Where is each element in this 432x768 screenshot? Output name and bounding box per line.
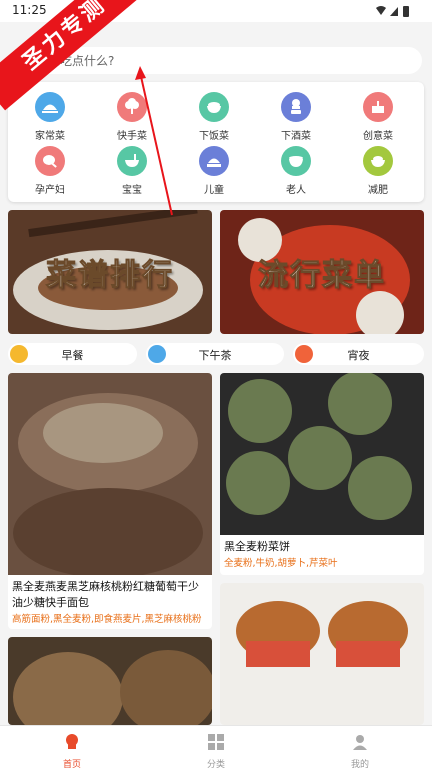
category-ertong[interactable]: 儿童 [174, 146, 254, 200]
chef-hat-icon [66, 734, 78, 749]
category-baobao[interactable]: 宝宝 [92, 146, 172, 200]
banner-recipe-ranking[interactable]: 菜谱排行 [8, 210, 212, 334]
tab-mine[interactable]: 我的 [330, 733, 390, 768]
muffin-image [220, 583, 424, 725]
category-label: 家常菜 [35, 131, 65, 142]
kids-dish-icon [199, 146, 229, 176]
elderly-bowl-icon [281, 146, 311, 176]
category-xiafancai[interactable]: 下饭菜 [174, 92, 254, 146]
covered-dish-icon [35, 92, 65, 122]
cake-icon [363, 92, 393, 122]
category-grid: 家常菜 快手菜 下饭菜 下酒菜 创意菜 孕产妇 宝宝 儿童 老人 减肥 [8, 82, 424, 202]
recipe-title: 黑全麦燕麦黑芝麻核桃粉红糖葡萄干少油少糖快手面包 [12, 580, 199, 609]
recipe-card[interactable]: 黑全麦粉菜饼 全麦粉,牛奶,胡萝卜,芹菜叶 [220, 373, 424, 575]
category-label: 儿童 [204, 185, 224, 196]
recipe-ingredients: 高筋面粉,黑全麦粉,即食燕麦片,黑芝麻核桃粉 [12, 614, 202, 625]
grain-bread-image [8, 637, 212, 725]
user-icon [353, 735, 367, 750]
rice-bowl-icon [199, 92, 229, 122]
tab-home[interactable]: 首页 [42, 733, 102, 768]
system-icons [376, 6, 409, 17]
category-label: 宝宝 [122, 185, 142, 196]
diet-bowl-icon [363, 146, 393, 176]
category-jianfei[interactable]: 减肥 [338, 146, 418, 200]
meal-late-night[interactable]: 宵夜 [293, 343, 424, 365]
meal-breakfast[interactable]: 早餐 [8, 343, 137, 365]
category-label: 孕产妇 [35, 185, 65, 196]
tab-label: 分类 [206, 760, 225, 768]
category-label: 减肥 [368, 185, 388, 196]
recipe-ingredients: 全麦粉,牛奶,胡萝卜,芹菜叶 [224, 558, 338, 569]
tab-label: 我的 [350, 760, 369, 768]
bread-image [8, 373, 212, 575]
category-chuangyicai[interactable]: 创意菜 [338, 92, 418, 146]
meal-label: 早餐 [61, 349, 84, 362]
tab-label: 首页 [62, 760, 81, 768]
recipe-card[interactable] [8, 637, 212, 725]
category-label: 快手菜 [117, 131, 147, 142]
recipe-card[interactable] [220, 583, 424, 725]
category-laoren[interactable]: 老人 [256, 146, 336, 200]
recipe-card[interactable]: 黑全麦燕麦黑芝麻核桃粉红糖葡萄干少油少糖快手面包 高筋面粉,黑全麦粉,即食燕麦片… [8, 373, 212, 629]
chef-icon [281, 92, 311, 122]
banner-popular-menu[interactable]: 流行菜单 [220, 210, 424, 334]
bottom-tab-bar: 首页 分类 我的 [0, 725, 432, 768]
baby-bowl-icon [117, 146, 147, 176]
broccoli-icon [117, 92, 147, 122]
meal-afternoon-tea[interactable]: 下午茶 [146, 343, 284, 365]
meat-icon [35, 146, 65, 176]
tab-category[interactable]: 分类 [186, 733, 246, 768]
recipe-title: 黑全麦粉菜饼 [224, 540, 290, 553]
meal-label: 宵夜 [347, 349, 370, 362]
category-jiachangcai[interactable]: 家常菜 [10, 92, 90, 146]
status-time: 11:25 [12, 3, 47, 17]
category-label: 创意菜 [363, 131, 393, 142]
category-label: 下饭菜 [199, 131, 229, 142]
meal-label: 下午茶 [198, 349, 232, 362]
grid-icon [208, 734, 224, 750]
banner-title: 流行菜单 [258, 258, 386, 294]
category-xiajiucai[interactable]: 下酒菜 [256, 92, 336, 146]
signal-icon [390, 7, 398, 16]
category-kuaishoucai[interactable]: 快手菜 [92, 92, 172, 146]
wifi-icon [376, 6, 386, 15]
category-label: 老人 [286, 185, 306, 196]
battery-icon [403, 6, 409, 17]
category-yunchanfu[interactable]: 孕产妇 [10, 146, 90, 200]
category-label: 下酒菜 [281, 131, 311, 142]
vegetable-pancake-image [220, 373, 424, 535]
banner-title: 菜谱排行 [46, 258, 174, 294]
